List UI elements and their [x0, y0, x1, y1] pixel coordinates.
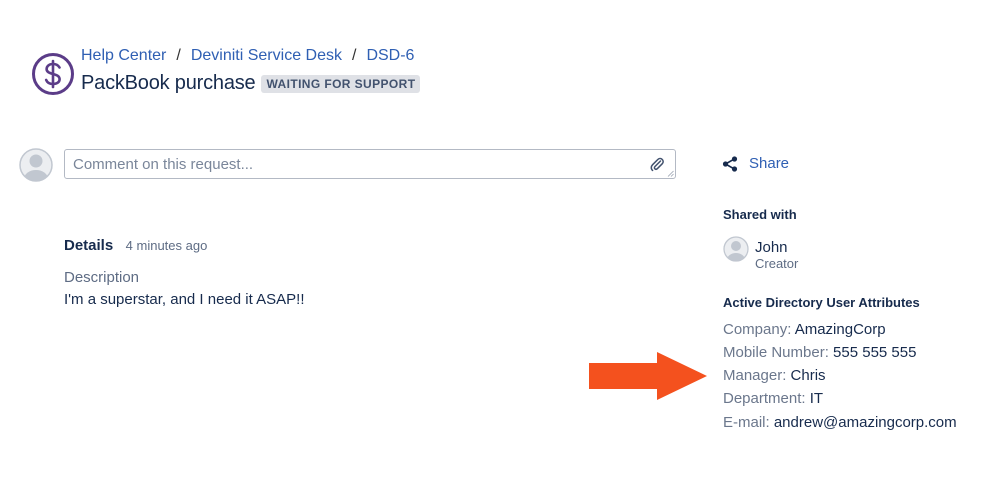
attribute-value: Chris [790, 367, 826, 384]
attribute-value: AmazingCorp [794, 321, 886, 338]
comment-input[interactable] [71, 155, 635, 174]
breadcrumb-service-desk[interactable]: Deviniti Service Desk [191, 47, 342, 64]
attribute-label: Manager: [723, 367, 787, 384]
annotation-arrow-icon [589, 352, 707, 400]
attribute-company: Company: AmazingCorp [723, 321, 886, 338]
breadcrumb-issue-key[interactable]: DSD-6 [366, 47, 414, 64]
title-row: PackBook purchase WAITING FOR SUPPORT [81, 72, 421, 95]
breadcrumb: Help Center / Deviniti Service Desk / DSD-6 [81, 47, 414, 65]
description-text: I'm a superstar, and I need it ASAP!! [64, 291, 305, 308]
attribute-value: 555 555 555 [833, 344, 917, 361]
breadcrumb-separator: / [351, 47, 357, 64]
dollar-circle-icon [32, 53, 74, 95]
attribute-department: Department: IT [723, 390, 823, 407]
request-page: Help Center / Deviniti Service Desk / DSD-6 … [0, 0, 999, 477]
attribute-value: IT [809, 390, 824, 407]
share-icon [722, 155, 738, 172]
attribute-label: Mobile Number: [723, 344, 829, 361]
attribute-label: Department: [723, 390, 806, 407]
attribute-mobile-number: Mobile Number: 555 555 555 [723, 344, 916, 361]
attribute-label: E-mail: [723, 414, 770, 431]
page-title: PackBook purchase [81, 72, 256, 94]
description-label: Description [64, 269, 140, 286]
user-avatar-icon [19, 148, 53, 182]
attribute-label: Company: [723, 321, 792, 338]
attribute-value: andrew@amazingcorp.com [773, 414, 957, 431]
status-badge: WAITING FOR SUPPORT [261, 74, 421, 93]
paperclip-icon[interactable] [649, 156, 665, 172]
ad-attributes-heading: Active Directory User Attributes [723, 295, 920, 310]
comment-box[interactable] [64, 149, 676, 179]
resize-handle-icon[interactable] [667, 170, 674, 177]
details-timestamp: 4 minutes ago [125, 238, 208, 253]
shared-with-heading: Shared with [723, 207, 797, 222]
shared-user-name: John [755, 239, 788, 256]
attribute-manager: Manager: Chris [723, 367, 826, 384]
activity-header: Details 4 minutes ago [64, 237, 207, 255]
details-label: Details [64, 237, 114, 254]
attribute-email: E-mail: andrew@amazingcorp.com [723, 414, 957, 431]
share-button[interactable]: Share [722, 155, 789, 172]
share-link[interactable]: Share [749, 155, 789, 172]
breadcrumb-help-center[interactable]: Help Center [81, 47, 166, 64]
breadcrumb-separator: / [176, 47, 181, 64]
shared-user-role: Creator [755, 256, 799, 271]
user-avatar-icon [723, 236, 749, 262]
